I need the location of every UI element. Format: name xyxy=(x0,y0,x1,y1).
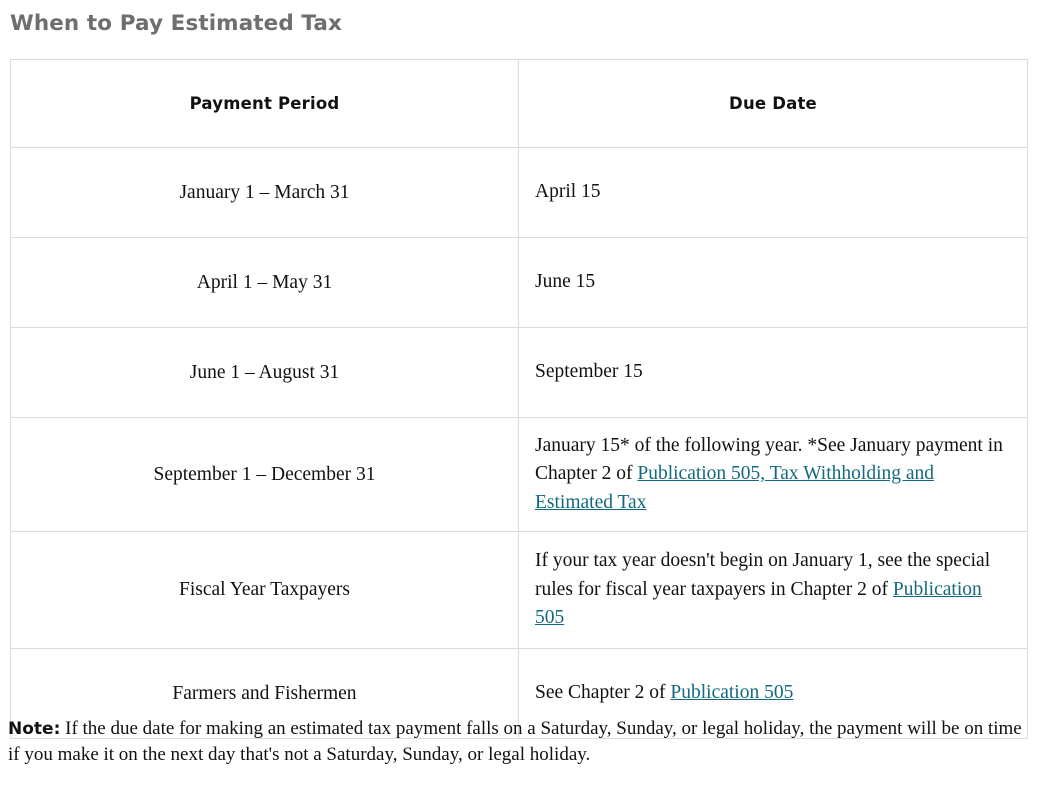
page-title: When to Pay Estimated Tax xyxy=(10,11,343,36)
when-to-pay-estimated-tax-table: Payment Period Due Date January 1 – Marc… xyxy=(10,59,1028,739)
cell-due-date: January 15* of the following year. *See … xyxy=(518,417,1028,532)
cell-due-date: June 15 xyxy=(518,237,1028,328)
publication-505-link[interactable]: Publication 505 xyxy=(670,682,793,703)
estimated-tax-page: When to Pay Estimated Tax Payment Period… xyxy=(0,0,1038,792)
table-header-row: Payment Period Due Date xyxy=(10,59,1028,148)
note-label: Note: xyxy=(8,719,61,739)
cell-payment-period: January 1 – March 31 xyxy=(10,147,519,238)
due-date-text: See Chapter 2 of xyxy=(535,682,671,704)
table-row: January 1 – March 31 April 15 xyxy=(10,147,1028,238)
note-paragraph: Note: If the due date for making an esti… xyxy=(8,716,1030,768)
due-date-text: June 15 xyxy=(535,271,596,293)
note-text: If the due date for making an estimated … xyxy=(8,718,1022,765)
cell-payment-period: September 1 – December 31 xyxy=(10,417,519,532)
cell-payment-period: June 1 – August 31 xyxy=(10,327,519,418)
column-header-payment-period: Payment Period xyxy=(10,59,519,148)
table-row: September 1 – December 31 January 15* of… xyxy=(10,417,1028,532)
table-row: April 1 – May 31 June 15 xyxy=(10,237,1028,328)
cell-payment-period: Fiscal Year Taxpayers xyxy=(10,531,519,649)
cell-payment-period: April 1 – May 31 xyxy=(10,237,519,328)
cell-due-date: September 15 xyxy=(518,327,1028,418)
due-date-text: April 15 xyxy=(535,181,601,203)
cell-due-date: April 15 xyxy=(518,147,1028,238)
table-row: June 1 – August 31 September 15 xyxy=(10,327,1028,418)
table-row: Fiscal Year Taxpayers If your tax year d… xyxy=(10,531,1028,649)
column-header-due-date: Due Date xyxy=(518,59,1028,148)
due-date-text: September 15 xyxy=(535,361,643,383)
cell-due-date: If your tax year doesn't begin on Januar… xyxy=(518,531,1028,649)
